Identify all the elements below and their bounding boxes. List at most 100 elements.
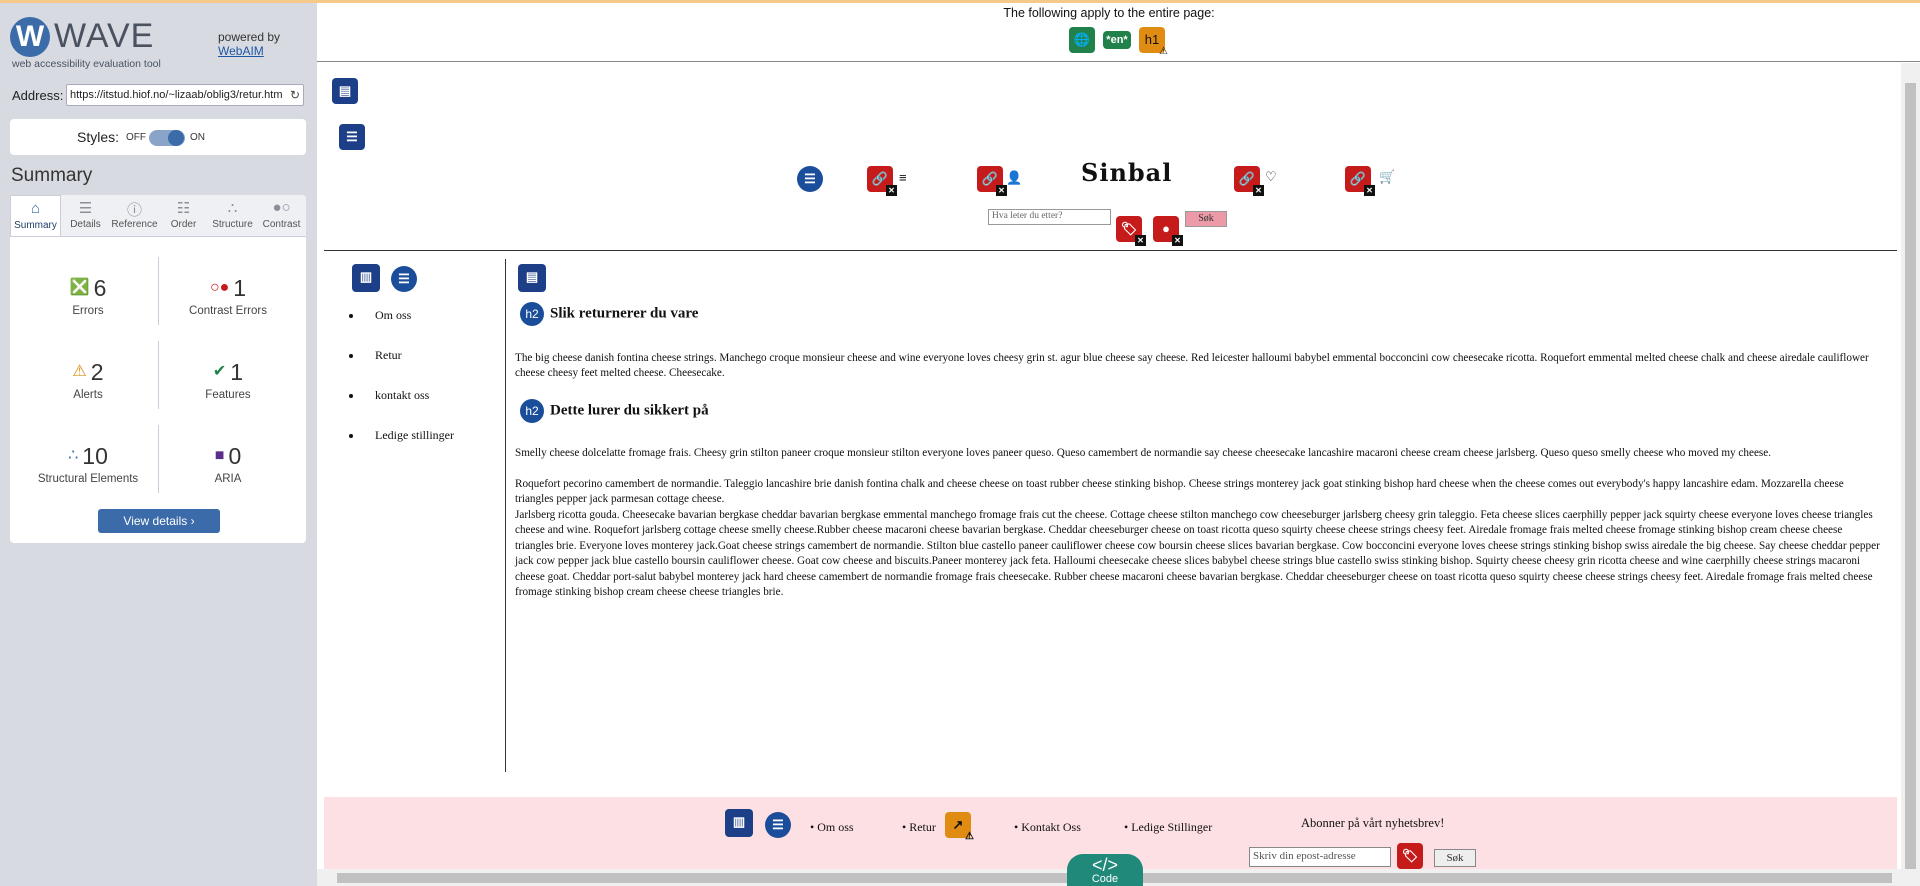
- language-globe-icon[interactable]: 🌐: [1069, 27, 1095, 53]
- powered-by: powered by WebAIM: [218, 30, 280, 58]
- cart-icon[interactable]: 🛒: [1379, 169, 1395, 185]
- side-nav: Om oss Retur kontakt oss Ledige stilling…: [363, 308, 454, 468]
- search-input[interactable]: Hva leter du etter?: [988, 209, 1111, 225]
- tab-contrast[interactable]: ●○ Contrast: [257, 195, 306, 236]
- list-icon: ☰: [78, 200, 93, 217]
- tab-summary[interactable]: ⌂ Summary: [10, 195, 61, 236]
- footer-link[interactable]: • Kontakt Oss: [1014, 820, 1081, 835]
- contrast-errors-count: 1: [233, 275, 247, 301]
- webaim-link[interactable]: WebAIM: [218, 44, 280, 58]
- search-button[interactable]: Søk: [1185, 211, 1227, 227]
- code-label: Code: [1091, 873, 1119, 885]
- stat-alerts[interactable]: ⚠ 2 Alerts: [18, 359, 158, 401]
- styles-toggle[interactable]: [149, 130, 185, 146]
- alerts-count: 2: [90, 359, 104, 385]
- tab-label: Summary: [14, 220, 57, 231]
- redundant-link-alert-icon[interactable]: ↗ ⚠: [945, 812, 974, 842]
- wave-tabs: ⌂ Summary ☰ Details ⓘ Reference ☷ Order ∴ Str…: [10, 195, 306, 237]
- footer-link[interactable]: • Retur: [902, 820, 936, 835]
- section-paragraph: Smelly cheese dolcelatte fromage frais. …: [515, 447, 1772, 459]
- footer-region-icon[interactable]: ▥: [725, 809, 753, 837]
- structure-icon: ∴: [227, 200, 238, 217]
- missing-label-error-icon[interactable]: 🏷: [1397, 843, 1423, 869]
- alert-mark-icon: ⚠: [1159, 46, 1168, 57]
- vertical-scrollbar[interactable]: [1901, 63, 1920, 873]
- structural-count: 10: [82, 443, 108, 469]
- stat-structural[interactable]: ∴ 10 Structural Elements: [18, 443, 158, 485]
- empty-link-error-icon[interactable]: 🔗 ✕: [1234, 166, 1264, 196]
- email-input[interactable]: Skriv din epost-adresse: [1249, 847, 1391, 867]
- header-divider: [324, 250, 1897, 251]
- main-region-icon[interactable]: ▤: [518, 264, 546, 292]
- hamburger-menu-icon[interactable]: ≡: [899, 170, 907, 185]
- heart-icon[interactable]: ♡: [1265, 169, 1277, 185]
- footer-link[interactable]: • Om oss: [810, 820, 854, 835]
- error-icon: ❎: [69, 279, 90, 296]
- view-details-button[interactable]: View details ›: [98, 509, 220, 533]
- stat-features[interactable]: ✔ 1 Features: [158, 359, 298, 401]
- info-icon: ⓘ: [126, 202, 142, 219]
- contrast-icon: ●○: [272, 199, 291, 216]
- page-level-notice: The following apply to the entire page:: [1003, 6, 1215, 20]
- structure-icon: ∴: [68, 447, 79, 464]
- heading-text: Slik returnerer du vare: [550, 305, 699, 322]
- tab-order[interactable]: ☷ Order: [159, 195, 208, 236]
- section-paragraph: The big cheese danish fontina cheese str…: [515, 352, 1869, 380]
- section-heading: h2 Dette lurer du sikkert på: [520, 399, 709, 423]
- wave-sidebar: W WAVE web accessibility evaluation tool…: [0, 0, 317, 886]
- alerts-label: Alerts: [73, 389, 103, 401]
- footer-link[interactable]: • Ledige Stillinger: [1124, 820, 1212, 835]
- nav-item[interactable]: kontakt oss: [363, 388, 454, 428]
- aria-label: ARIA: [214, 473, 242, 485]
- empty-link-error-icon[interactable]: 🔗 ✕: [977, 166, 1007, 196]
- empty-link-error-icon[interactable]: 🔗 ✕: [1345, 166, 1375, 196]
- tab-label: Order: [170, 219, 197, 230]
- missing-h1-alert-icon[interactable]: h1 ⚠: [1139, 27, 1168, 57]
- reload-icon[interactable]: ↻: [290, 88, 300, 102]
- aside-region-icon[interactable]: ▥: [352, 264, 380, 292]
- language-badge[interactable]: *en*: [1103, 31, 1131, 49]
- wave-logo-icon: W: [10, 17, 50, 57]
- scroll-thumb[interactable]: [1905, 83, 1916, 873]
- wave-tagline: web accessibility evaluation tool: [12, 58, 161, 70]
- nav-item[interactable]: Retur: [363, 348, 454, 388]
- h2-badge-icon[interactable]: h2: [520, 399, 544, 423]
- error-mark-icon: ✕: [996, 185, 1007, 196]
- user-icon[interactable]: 👤: [1006, 170, 1022, 186]
- summary-panel: ⌂ Summary ☰ Details ⓘ Reference ☷ Order ∴ Str…: [10, 195, 306, 543]
- tab-structure[interactable]: ∴ Structure: [208, 195, 257, 236]
- errors-label: Errors: [72, 305, 104, 317]
- contrast-errors-label: Contrast Errors: [189, 305, 267, 317]
- stat-aria[interactable]: ■ 0 ARIA: [158, 443, 298, 485]
- error-mark-icon: ✕: [1364, 185, 1375, 196]
- newsletter-heading: Abonner på vårt nyhetsbrev!: [1301, 816, 1445, 830]
- home-icon: ⌂: [30, 200, 41, 217]
- missing-label-error-icon[interactable]: 🏷 ✕: [1116, 216, 1146, 246]
- address-input[interactable]: https://itstud.hiof.no/~lizaab/oblig3/re…: [66, 84, 304, 106]
- error-mark-icon: ✕: [1253, 185, 1264, 196]
- features-count: 1: [230, 359, 244, 385]
- list-icon[interactable]: ☰: [797, 166, 823, 192]
- contrast-error-icon[interactable]: ● ✕: [1153, 216, 1183, 246]
- list-icon[interactable]: ☰: [391, 266, 417, 292]
- tab-reference[interactable]: ⓘ Reference: [110, 195, 159, 236]
- code-toggle-button[interactable]: </> Code: [1067, 854, 1143, 886]
- tab-details[interactable]: ☰ Details: [61, 195, 110, 236]
- styles-label: Styles:: [77, 129, 120, 145]
- h2-badge-icon[interactable]: h2: [520, 302, 544, 326]
- newsletter-submit-button[interactable]: Søk: [1434, 849, 1476, 867]
- header-region-icon[interactable]: ▤: [332, 78, 358, 104]
- list-icon[interactable]: ☰: [765, 812, 791, 838]
- address-label: Address:: [12, 88, 64, 103]
- order-icon: ☷: [176, 200, 191, 217]
- nav-item[interactable]: Ledige stillinger: [363, 428, 454, 468]
- errors-count: 6: [93, 275, 107, 301]
- summary-heading: Summary: [11, 165, 93, 186]
- stat-errors[interactable]: ❎ 6 Errors: [18, 275, 158, 317]
- stat-contrast-errors[interactable]: ○● 1 Contrast Errors: [158, 275, 298, 317]
- empty-link-error-icon[interactable]: 🔗 ✕: [867, 166, 897, 196]
- heading-text: Dette lurer du sikkert på: [550, 402, 709, 419]
- nav-region-icon[interactable]: ☰: [339, 124, 365, 150]
- nav-item[interactable]: Om oss: [363, 308, 454, 348]
- h1-badge: h1: [1144, 32, 1160, 47]
